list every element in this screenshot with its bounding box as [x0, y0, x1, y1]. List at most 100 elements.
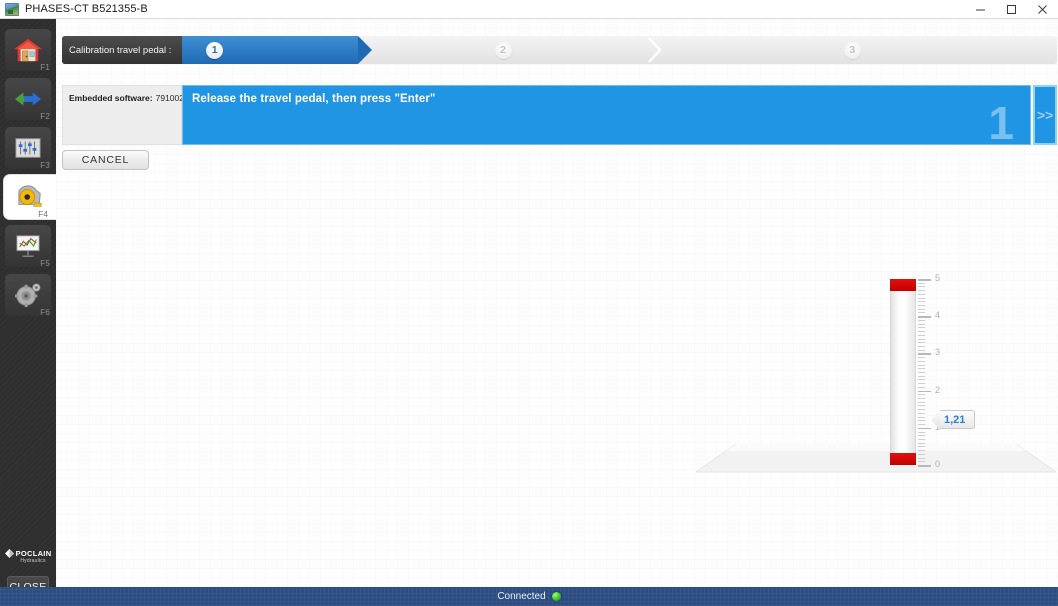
scale-tick-minor	[918, 401, 925, 403]
scale-tick-minor	[918, 305, 925, 307]
scale-tick-minor	[918, 360, 925, 362]
scale-tick-minor	[918, 372, 925, 373]
step-indicator: 1 2 3	[62, 36, 1057, 64]
scale-tick-major	[918, 427, 931, 430]
scale-tick-minor	[918, 386, 925, 388]
scale-tick-minor	[918, 416, 925, 418]
sidebar-item-fkey: F5	[40, 259, 50, 268]
embedded-software-panel: Embedded software: 791002488	[62, 85, 198, 145]
instruction-text: Release the travel pedal, then press "En…	[192, 93, 436, 105]
step-chevron-icon	[647, 37, 662, 63]
sidebar-item-fkey: F1	[40, 63, 50, 72]
scale-tick-minor	[918, 331, 925, 333]
scale-tick-minor	[918, 435, 925, 437]
scale-tick-minor	[918, 297, 925, 299]
gear-settings-icon	[15, 283, 41, 308]
scale-tick-major	[918, 390, 931, 393]
pedal-column	[890, 279, 916, 465]
gauge-value: 1,21	[940, 410, 976, 430]
embedded-software-label-text: Embedded software:	[69, 93, 153, 103]
scale-tick-minor	[918, 375, 925, 377]
maximize-icon[interactable]	[996, 0, 1027, 19]
scale-tick-minor	[918, 290, 925, 292]
step-3[interactable]: 3	[647, 36, 1057, 64]
scale-tick-minor	[918, 301, 925, 303]
scale-tick-minor	[918, 461, 925, 463]
sidebar-item-sliders[interactable]: F3	[0, 125, 56, 171]
instruction-panel: Release the travel pedal, then press "En…	[182, 85, 1031, 149]
scale-tick-minor	[918, 364, 925, 366]
instruction-area: Release the travel pedal, then press "En…	[182, 85, 1057, 149]
step-number: 3	[843, 41, 861, 59]
scale-tick-minor	[918, 338, 925, 340]
section-title-tab: Calibration travel pedal :	[62, 36, 182, 64]
application-window: PHASES-CT B521355-B F1 F2 F3 F4 F5 F6 PO…	[0, 0, 1058, 606]
scale-tick-minor	[918, 345, 925, 347]
sidebar-item-measure[interactable]: F4	[0, 174, 56, 220]
window-title: PHASES-CT B521355-B	[25, 3, 148, 15]
scale-tick-minor	[918, 412, 925, 414]
brand-name: POCLAIN	[15, 549, 52, 558]
sidebar-item-fkey: F4	[38, 210, 48, 219]
callout-arrow-icon	[931, 410, 940, 430]
scale-tick-minor	[918, 450, 925, 452]
scale-tick-minor	[918, 334, 925, 336]
main-content: 1 2 3 Calibration travel pedal : Embedde…	[56, 19, 1058, 587]
pedal-cap-top	[890, 279, 916, 291]
scale-tick-minor	[918, 349, 925, 351]
scale-tick-minor	[918, 409, 925, 411]
sidebar-item-home[interactable]: F1	[0, 27, 56, 73]
chart-board-icon	[16, 235, 40, 257]
scale-tick-label: 3	[935, 347, 941, 358]
transfer-arrows-icon	[15, 92, 41, 106]
sidebar: F1 F2 F3 F4 F5 F6 POCLAIN Hydraulics	[0, 19, 56, 606]
scale-tick-minor	[918, 368, 925, 370]
measurement-scale: 012345	[918, 273, 968, 469]
section-title: Calibration travel pedal :	[69, 44, 172, 56]
embedded-software-label: Embedded software: 791002488	[69, 93, 198, 103]
scale-tick-minor	[918, 323, 925, 325]
scale-tick-minor	[918, 457, 925, 459]
sidebar-item-fkey: F2	[40, 112, 50, 121]
close-icon[interactable]	[1027, 0, 1058, 19]
scale-tick-minor	[918, 379, 925, 381]
scale-tick-minor	[918, 420, 925, 422]
scale-tick-minor	[918, 312, 925, 314]
window-controls	[965, 0, 1058, 19]
gauge-value-callout: 1,21	[931, 410, 976, 430]
scale-tick-major	[918, 465, 931, 467]
step-2[interactable]: 2	[358, 36, 662, 64]
sidebar-item-settings[interactable]: F6	[0, 272, 56, 318]
sidebar-item-graph[interactable]: F5	[0, 223, 56, 269]
minimize-icon[interactable]	[965, 0, 996, 19]
sidebar-item-fkey: F3	[40, 161, 50, 170]
scale-tick-label: 2	[935, 384, 941, 395]
scale-tick-minor	[918, 342, 925, 344]
status-text: Connected	[497, 591, 546, 602]
scale-tick-minor	[918, 446, 925, 448]
sidebar-item-transfer[interactable]: F2	[0, 76, 56, 122]
scale-tick-minor	[918, 453, 925, 455]
home-icon	[14, 38, 42, 62]
scale-tick-minor	[918, 383, 925, 385]
scale-tick-major	[918, 316, 931, 318]
scale-tick-label: 4	[935, 310, 941, 321]
title-bar: PHASES-CT B521355-B	[0, 0, 1058, 19]
step-number: 1	[206, 41, 224, 59]
sliders-icon	[15, 138, 41, 158]
status-dot-green-icon	[551, 592, 561, 601]
floor-platform	[696, 444, 1056, 473]
cancel-button[interactable]: CANCEL	[62, 150, 149, 170]
scale-tick-minor	[918, 398, 925, 400]
scale-tick-major	[918, 353, 931, 355]
next-button[interactable]: >>	[1033, 85, 1057, 145]
brand-logo: POCLAIN Hydraulics	[0, 549, 56, 564]
scale-tick-minor	[918, 431, 925, 433]
scale-tick-minor	[918, 327, 925, 329]
scale-tick-minor	[918, 394, 925, 396]
step-chevron-icon	[358, 36, 373, 64]
sidebar-item-fkey: F6	[40, 308, 50, 317]
instruction-step-number: 1	[988, 97, 1014, 149]
status-bar: Connected	[0, 587, 1058, 606]
pedal-gauge-illustration: 012345 1,21	[636, 249, 1056, 489]
